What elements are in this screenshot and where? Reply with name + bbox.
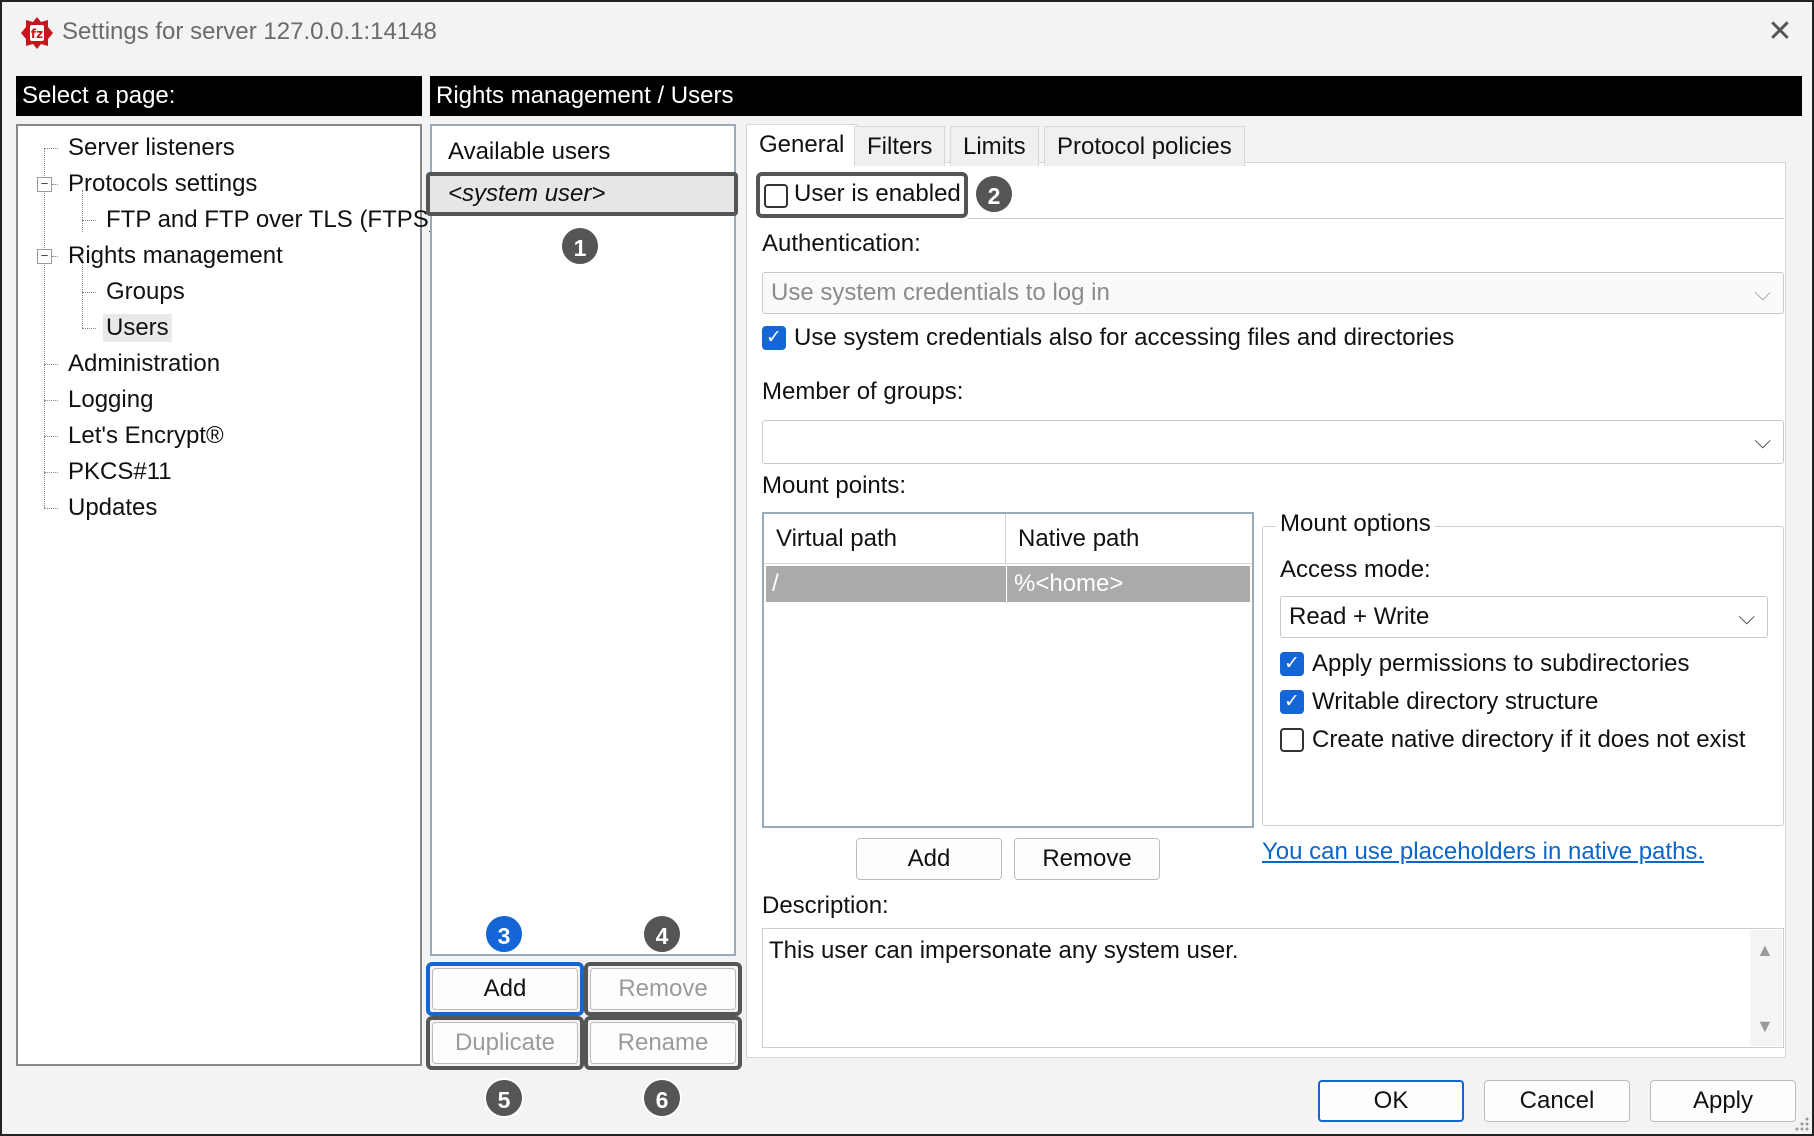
column-header-virtual-path[interactable]: Virtual path bbox=[764, 514, 1006, 564]
mount-points-label: Mount points: bbox=[762, 472, 907, 499]
callout-badge-2: 2 bbox=[974, 174, 1014, 214]
svg-text:fz: fz bbox=[31, 27, 43, 41]
cancel-button[interactable]: Cancel bbox=[1484, 1080, 1630, 1122]
authentication-combo[interactable]: Use system credentials to log in ⌵ bbox=[762, 272, 1784, 314]
access-mode-combo[interactable]: Read + Write ⌵ bbox=[1280, 596, 1768, 638]
scroll-up-icon[interactable]: ▲ bbox=[1756, 940, 1774, 961]
native-path-cell: %<home> bbox=[1014, 570, 1124, 597]
tab-limits[interactable]: Limits bbox=[950, 126, 1039, 166]
apply-permissions-checkbox[interactable]: ✓ bbox=[1280, 652, 1304, 676]
duplicate-user-button[interactable]: Duplicate bbox=[432, 1022, 578, 1064]
tree-item-protocols-settings[interactable]: Protocols settings bbox=[68, 170, 257, 198]
scroll-down-icon[interactable]: ▼ bbox=[1756, 1016, 1774, 1037]
authentication-label: Authentication: bbox=[762, 230, 921, 257]
tab-protocol-policies[interactable]: Protocol policies bbox=[1044, 126, 1245, 166]
table-row[interactable]: / %<home> bbox=[766, 566, 1250, 602]
create-native-dir-label: Create native directory if it does not e… bbox=[1312, 726, 1746, 753]
add-user-button[interactable]: Add bbox=[432, 968, 578, 1010]
chevron-down-icon: ⌵ bbox=[1738, 604, 1755, 629]
page-tree: − − Server listeners Protocols settings … bbox=[16, 124, 437, 1066]
mount-options-title: Mount options bbox=[1276, 510, 1435, 538]
select-page-header: Select a page: bbox=[16, 76, 422, 116]
tree-guide-line bbox=[44, 148, 58, 149]
row-divider bbox=[1006, 566, 1007, 602]
access-mode-label: Access mode: bbox=[1280, 556, 1431, 583]
ok-button[interactable]: OK bbox=[1318, 1080, 1464, 1122]
list-item-system-user[interactable]: <system user> bbox=[426, 172, 738, 216]
close-icon[interactable]: ✕ bbox=[1758, 12, 1802, 52]
window-title: Settings for server 127.0.0.1:14148 bbox=[62, 18, 437, 45]
callout-badge-4: 4 bbox=[642, 914, 682, 954]
mount-remove-button[interactable]: Remove bbox=[1014, 838, 1160, 880]
description-text: This user can impersonate any system use… bbox=[769, 937, 1239, 964]
tab-filters[interactable]: Filters bbox=[854, 126, 946, 166]
mount-add-button[interactable]: Add bbox=[856, 838, 1002, 880]
chevron-down-icon: ⌵ bbox=[1754, 280, 1771, 305]
apply-button[interactable]: Apply bbox=[1650, 1080, 1796, 1122]
tree-guide-line bbox=[44, 400, 58, 401]
user-enabled-label: User is enabled bbox=[794, 180, 961, 207]
use-system-credentials-checkbox[interactable]: ✓ bbox=[762, 326, 786, 350]
tree-item-users[interactable]: Users bbox=[103, 314, 172, 342]
available-users-header: Available users bbox=[448, 138, 611, 165]
tree-item-groups[interactable]: Groups bbox=[106, 278, 185, 306]
tree-guide-line bbox=[44, 364, 58, 365]
column-header-native-path[interactable]: Native path bbox=[1006, 514, 1252, 564]
virtual-path-cell: / bbox=[772, 570, 779, 597]
member-of-groups-label: Member of groups: bbox=[762, 378, 964, 405]
tree-guide-line bbox=[44, 148, 45, 508]
tree-item-pkcs11[interactable]: PKCS#11 bbox=[68, 458, 172, 486]
callout-badge-1: 1 bbox=[560, 226, 600, 266]
collapse-icon[interactable]: − bbox=[37, 249, 52, 264]
tree-item-administration[interactable]: Administration bbox=[68, 350, 220, 378]
tree-guide-line bbox=[52, 184, 58, 185]
tree-guide-line bbox=[44, 508, 58, 509]
chevron-down-icon: ⌵ bbox=[1754, 428, 1771, 453]
authentication-value: Use system credentials to log in bbox=[771, 279, 1110, 306]
tree-item-rights-management[interactable]: Rights management bbox=[68, 242, 283, 270]
tab-general[interactable]: General bbox=[746, 124, 858, 164]
filezilla-server-icon: fz bbox=[21, 17, 53, 49]
tree-guide-line bbox=[44, 472, 58, 473]
callout-badge-6: 6 bbox=[642, 1078, 682, 1118]
tree-item-server-listeners[interactable]: Server listeners bbox=[68, 134, 235, 162]
writable-structure-checkbox[interactable]: ✓ bbox=[1280, 690, 1304, 714]
tree-guide-line bbox=[82, 328, 96, 329]
tree-guide-line bbox=[82, 220, 96, 221]
create-native-dir-checkbox[interactable] bbox=[1280, 728, 1304, 752]
title-bar: fz Settings for server 127.0.0.1:14148 ✕ bbox=[2, 2, 1812, 66]
settings-dialog: fz Settings for server 127.0.0.1:14148 ✕… bbox=[0, 0, 1814, 1136]
placeholders-link[interactable]: You can use placeholders in native paths… bbox=[1262, 838, 1704, 866]
tree-item-logging[interactable]: Logging bbox=[68, 386, 153, 414]
rename-user-button[interactable]: Rename bbox=[590, 1022, 736, 1064]
tree-guide-line bbox=[52, 256, 58, 257]
resize-grip-icon[interactable] bbox=[1792, 1114, 1810, 1132]
user-enabled-checkbox[interactable] bbox=[764, 184, 788, 208]
page-title: Rights management / Users bbox=[430, 76, 1802, 116]
description-scrollbar[interactable]: ▲ ▼ bbox=[1750, 930, 1782, 1046]
callout-badge-3: 3 bbox=[484, 914, 524, 954]
remove-user-button[interactable]: Remove bbox=[590, 968, 736, 1010]
apply-permissions-label: Apply permissions to subdirectories bbox=[1312, 650, 1690, 677]
divider bbox=[968, 218, 1784, 219]
callout-badge-5: 5 bbox=[484, 1078, 524, 1118]
tree-guide-line bbox=[44, 436, 58, 437]
description-textarea[interactable]: This user can impersonate any system use… bbox=[762, 928, 1784, 1048]
tree-item-lets-encrypt[interactable]: Let's Encrypt® bbox=[68, 422, 224, 450]
tree-item-updates[interactable]: Updates bbox=[68, 494, 157, 522]
collapse-icon[interactable]: − bbox=[37, 177, 52, 192]
tree-guide-line bbox=[82, 292, 96, 293]
member-of-groups-combo[interactable]: ⌵ bbox=[762, 420, 1784, 464]
mount-points-table[interactable]: Virtual path Native path / %<home> bbox=[762, 512, 1254, 828]
access-mode-value: Read + Write bbox=[1289, 603, 1430, 630]
tree-item-ftp-ftps[interactable]: FTP and FTP over TLS (FTPS) bbox=[106, 206, 437, 234]
writable-structure-label: Writable directory structure bbox=[1312, 688, 1599, 715]
description-label: Description: bbox=[762, 892, 889, 919]
use-system-credentials-label: Use system credentials also for accessin… bbox=[794, 324, 1455, 351]
